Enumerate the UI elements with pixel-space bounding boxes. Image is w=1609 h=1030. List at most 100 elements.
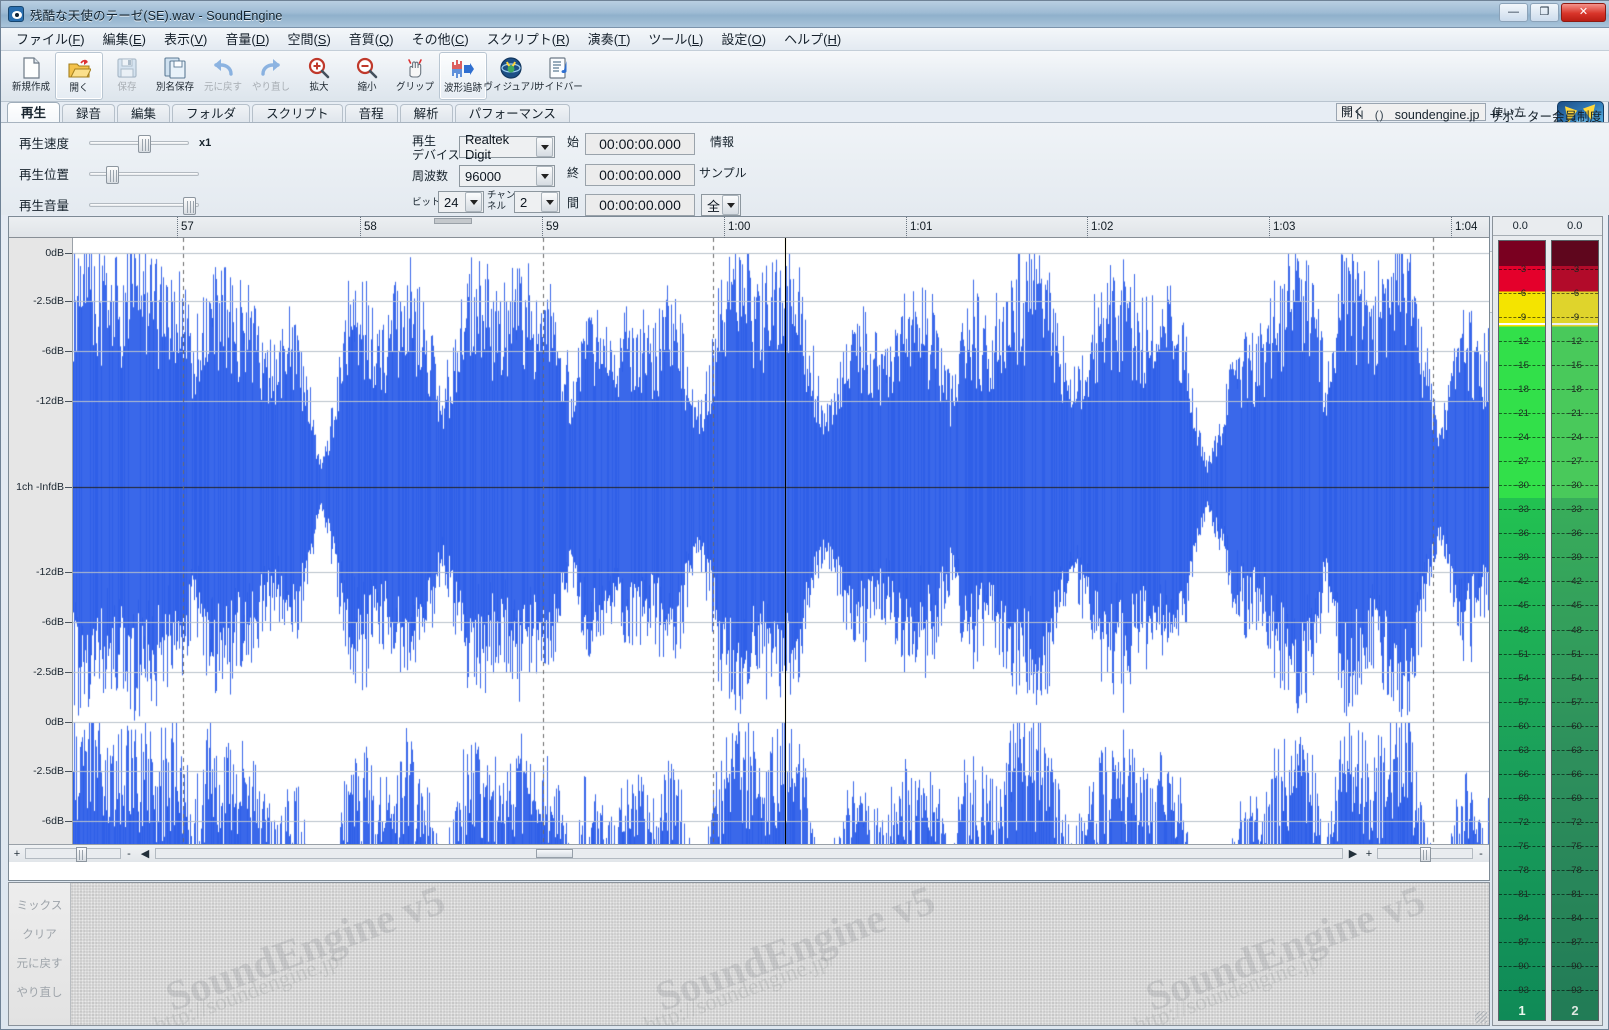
tab-録音[interactable]: 録音 [62, 104, 116, 123]
menu-item-9[interactable]: ツール(L) [639, 30, 712, 49]
toolbar-やり直し: やり直し [247, 52, 295, 100]
menu-bar: ファイル(F) 編集(E) 表示(V) 音量(D) 空間(S) 音質(Q) その他(C) スク… [1, 28, 1609, 51]
zoom-out-scroll-button-2[interactable]: - [1473, 848, 1489, 860]
toolbar-label-11: サイドバー [535, 82, 583, 93]
menu-item-5[interactable]: 音質(Q) [340, 30, 403, 49]
scroll-track[interactable] [155, 848, 1343, 859]
waveform-canvas[interactable] [73, 238, 1489, 862]
mixer-button-2[interactable]: 元に戻す [9, 955, 70, 971]
playback-speed-value: x1 [199, 136, 212, 149]
vu1-mark--78: -78 [1499, 866, 1545, 875]
gap-time-field[interactable]: 00:00:00.000 [585, 194, 695, 216]
toolbar-開く[interactable]: 開く [55, 52, 103, 100]
vu1-mark--12: -12 [1499, 337, 1545, 346]
toolbar-サイドバー[interactable]: サイドバー [535, 52, 583, 100]
chevron-down-icon-2[interactable] [536, 166, 553, 186]
menu-item-4[interactable]: 空間(S) [278, 30, 339, 49]
menu-item-10[interactable]: 設定(O) [712, 30, 775, 49]
menu-item-1[interactable]: 編集(E) [94, 30, 155, 49]
minimize-button[interactable]: — [1499, 3, 1528, 22]
horizontal-scrollbar[interactable]: + - ◀ ▶ + - [9, 844, 1489, 862]
vu2-mark--57: -57 [1552, 697, 1598, 707]
db-label-10: -6dB [41, 815, 64, 827]
bit-depth-select[interactable]: 24 [438, 191, 484, 213]
toolbar-波形追跡[interactable]: 波形追跡 [439, 52, 487, 100]
timeline-ruler[interactable]: 57 58 59 1:00 1:01 1:02 1:03 1:04 [9, 217, 1489, 238]
menu-item-0[interactable]: ファイル(F) [7, 30, 94, 49]
playback-device-select[interactable]: Realtek Digit [459, 132, 555, 162]
playback-volume-slider[interactable] [89, 196, 199, 215]
tab-音程[interactable]: 音程 [344, 104, 398, 123]
tab-パフォーマンス[interactable]: パフォーマンス [454, 104, 570, 123]
scroll-thumb[interactable] [535, 849, 574, 858]
waveform-display[interactable]: 0dB -2.5dB -6dB -12dB 1ch -InfdB -12dB -6dB -2.… [9, 238, 1489, 862]
playback-volume-thumb[interactable] [183, 196, 196, 215]
toolbar-拡大[interactable]: 拡大 [295, 52, 343, 100]
menu-item-7[interactable]: スクリプト(R) [478, 30, 579, 49]
toolbar-縮小[interactable]: 縮小 [343, 52, 391, 100]
playback-speed-thumb[interactable] [138, 134, 151, 153]
vu2-mark--21: -21 [1552, 409, 1598, 418]
redo-icon [259, 55, 283, 81]
vu2-mark--72: -72 [1552, 818, 1598, 827]
menu-item-11[interactable]: ヘルプ(H) [775, 30, 850, 49]
toolbar-ヴィジュアル[interactable]: ヴィジュアル [483, 52, 539, 100]
playback-position-thumb[interactable] [106, 165, 119, 184]
tab-スクリプト[interactable]: スクリプト [252, 104, 343, 123]
vu1-mark--48: -48 [1499, 625, 1545, 635]
channel-select[interactable]: 2 [514, 191, 560, 213]
waveform-canvas-wrap[interactable] [73, 238, 1489, 862]
vu1-mark--66: -66 [1499, 769, 1545, 779]
zoom-slider-left-thumb[interactable] [76, 847, 87, 862]
chevron-down-icon-3[interactable] [465, 192, 482, 212]
start-time-field[interactable]: 00:00:00.000 [585, 133, 695, 155]
zoom-out-scroll-button[interactable]: - [121, 848, 137, 860]
vu2-mark--45: -45 [1552, 601, 1598, 611]
end-time-field[interactable]: 00:00:00.000 [585, 164, 695, 186]
chevron-down-icon-5[interactable] [722, 195, 739, 215]
zoom-slider-right[interactable] [1377, 847, 1473, 862]
playback-speed-slider[interactable] [89, 134, 189, 153]
chevron-down-icon[interactable] [536, 137, 553, 157]
mixer-button-1[interactable]: クリア [9, 926, 70, 942]
playback-panel: 再生速度 x1 再生位置 再生音量 00:01:00.287 ◀◀|◀◀II↻▶… [1, 123, 1609, 329]
zoom-in-scroll-button-2[interactable]: + [1361, 848, 1377, 860]
menu-item-6[interactable]: その他(C) [403, 30, 478, 49]
menu-item-2[interactable]: 表示(V) [155, 30, 216, 49]
resize-grip[interactable] [1475, 1011, 1487, 1023]
vu2-mark--42: -42 [1552, 577, 1598, 587]
selection-marker[interactable] [434, 218, 472, 224]
zoom-slider-right-thumb[interactable] [1420, 847, 1431, 862]
close-button[interactable]: ✕ [1561, 3, 1606, 22]
vu2-mark--60: -60 [1552, 721, 1598, 731]
playback-position-slider[interactable] [89, 165, 199, 184]
chevron-down-icon-4[interactable] [541, 192, 558, 212]
menu-item-8[interactable]: 演奏(T) [579, 30, 640, 49]
db-label-9: -2.5dB [33, 765, 64, 777]
frequency-select[interactable]: 96000 [459, 165, 555, 187]
menu-item-3[interactable]: 音量(D) [216, 30, 278, 49]
mixer-button-0[interactable]: ミックス [9, 897, 70, 913]
vu2-mark--15: -15 [1552, 361, 1598, 370]
toolbar-グリップ[interactable]: グリップ [391, 52, 439, 100]
db-label-1: -2.5dB [33, 295, 64, 307]
vu2-mark--75: -75 [1552, 842, 1598, 851]
waveform-editor[interactable]: 57 58 59 1:00 1:01 1:02 1:03 1:04 0dB -2.5dB -6dB… [8, 216, 1490, 881]
toolbar-元に戻す: 元に戻す [199, 52, 247, 100]
tab-解析[interactable]: 解析 [399, 104, 453, 123]
tab-編集[interactable]: 編集 [117, 104, 171, 123]
scope-select[interactable]: 全 [701, 194, 741, 216]
maximize-button[interactable]: ❐ [1530, 3, 1559, 22]
scroll-left-arrow[interactable]: ◀ [137, 847, 153, 860]
toolbar-別名保存[interactable]: 別名保存 [151, 52, 199, 100]
zoom-in-scroll-button[interactable]: + [9, 848, 25, 860]
playhead-cursor[interactable] [785, 238, 786, 862]
mixer-button-3[interactable]: やり直し [9, 984, 70, 1000]
zoom-slider-left[interactable] [25, 847, 121, 862]
tab-フォルダ[interactable]: フォルダ [172, 104, 251, 123]
soundengine-site-link[interactable]: soundengine.jp [1395, 108, 1480, 122]
tab-再生[interactable]: 再生 [7, 102, 61, 123]
scroll-right-arrow[interactable]: ▶ [1345, 847, 1361, 860]
title-bar: 残酷な天使のテーゼ(SE).wav - SoundEngine — ❐ ✕ [1, 1, 1609, 28]
toolbar-新規作成[interactable]: 新規作成 [7, 52, 55, 100]
